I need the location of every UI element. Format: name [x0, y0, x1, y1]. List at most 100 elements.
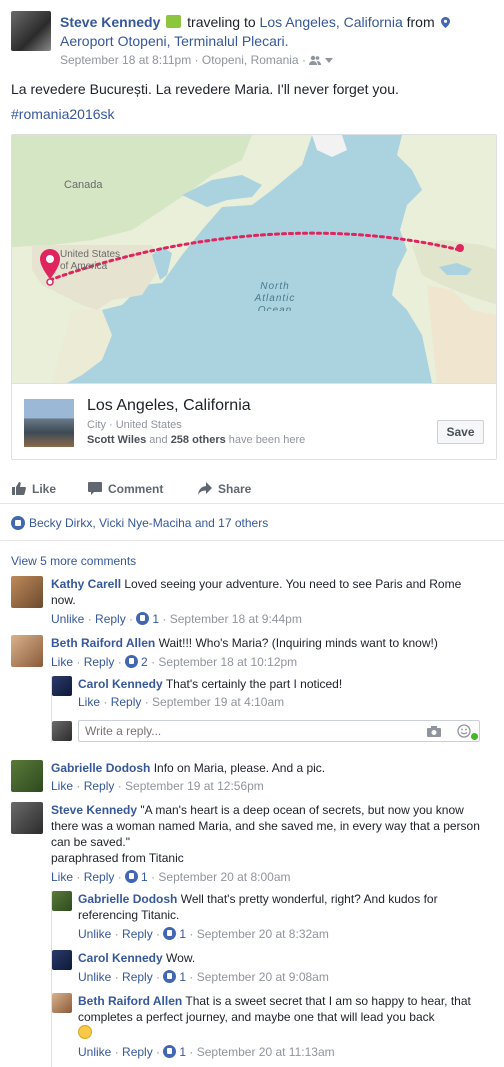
unlike-link[interactable]: Unlike: [78, 927, 111, 941]
map-label-usa: United States of America: [60, 249, 121, 272]
like-count-icon: [163, 927, 177, 940]
place-thumbnail[interactable]: [24, 399, 74, 447]
comment-footer: Like · Reply · 1 · September 20 at 8:00a…: [51, 870, 291, 884]
comment-footer: Unlike · Reply · 1 · September 20 at 9:0…: [78, 970, 329, 984]
comment-text: Wait!!! Who's Maria? (Inquiring minds wa…: [158, 636, 438, 650]
like-link[interactable]: Like: [78, 695, 100, 709]
share-icon: [198, 482, 212, 495]
reply-link[interactable]: Reply: [122, 927, 153, 941]
avatar[interactable]: [52, 676, 72, 696]
avatar[interactable]: [52, 891, 72, 911]
visitor-name[interactable]: Scott Wiles: [87, 434, 146, 446]
reply-comment: Gabrielle Dodosh Well that's pretty wond…: [78, 891, 478, 923]
comment-time[interactable]: September 20 at 11:13am: [197, 1045, 335, 1059]
comment-footer: Unlike · Reply · 1 · September 18 at 9:4…: [51, 612, 302, 626]
place-card[interactable]: Canada United States of America North At…: [11, 134, 497, 460]
travel-activity-icon: [166, 15, 182, 28]
comment-author[interactable]: Beth Raiford Allen: [78, 994, 182, 1008]
comment-time[interactable]: September 20 at 9:08am: [197, 970, 329, 984]
online-status-dot: [471, 733, 478, 740]
map-label-canada: Canada: [64, 179, 103, 191]
like-link[interactable]: Like: [51, 655, 73, 669]
reply-link[interactable]: Reply: [122, 1045, 153, 1059]
like-count[interactable]: 2: [141, 655, 148, 669]
reply-link[interactable]: Reply: [95, 612, 126, 626]
reply-link[interactable]: Reply: [84, 870, 115, 884]
like-count-icon: [125, 655, 139, 668]
post-timestamp[interactable]: September 18 at 8:11pm: [60, 53, 191, 67]
reply-link[interactable]: Reply: [84, 655, 115, 669]
reply-link[interactable]: Reply: [111, 695, 142, 709]
author-name[interactable]: Steve Kennedy: [60, 14, 160, 30]
avatar[interactable]: [11, 802, 43, 834]
avatar[interactable]: [52, 721, 72, 741]
reply-link[interactable]: Reply: [122, 970, 153, 984]
like-link[interactable]: Like: [51, 779, 73, 793]
unlike-link[interactable]: Unlike: [78, 970, 111, 984]
friends-audience-icon[interactable]: [309, 55, 322, 65]
share-button[interactable]: Share: [198, 482, 252, 496]
view-more-comments-link[interactable]: View 5 more comments: [11, 554, 136, 568]
post-text: La revedere București. La revedere Maria…: [11, 81, 399, 97]
post-location[interactable]: Otopeni, Romania: [202, 53, 299, 67]
comment-button[interactable]: Comment: [88, 482, 163, 496]
reply-input[interactable]: [85, 724, 405, 738]
like-count[interactable]: 1: [179, 970, 186, 984]
author-avatar[interactable]: [11, 11, 51, 51]
location-pin-icon: [440, 17, 450, 28]
emoji-icon[interactable]: [457, 724, 471, 738]
camera-icon[interactable]: [427, 726, 441, 737]
place-title[interactable]: Los Angeles, California: [87, 397, 251, 415]
reply-link[interactable]: Reply: [84, 779, 115, 793]
like-count-icon: [163, 970, 177, 983]
like-count[interactable]: 1: [152, 612, 159, 626]
comment-author[interactable]: Beth Raiford Allen: [51, 636, 155, 650]
destination-link[interactable]: Los Angeles, California: [260, 14, 403, 30]
like-link[interactable]: Like: [51, 870, 73, 884]
avatar[interactable]: [52, 950, 72, 970]
reactions-summary[interactable]: Becky Dirkx, Vicki Nye-Maciha and 17 oth…: [11, 516, 268, 530]
map-label-ocean-box: North Atlantic Ocean: [255, 281, 295, 311]
comment-time[interactable]: September 20 at 8:00am: [158, 870, 290, 884]
comment-author[interactable]: Gabrielle Dodosh: [51, 761, 150, 775]
comment: Kathy Carell Loved seeing your adventure…: [51, 576, 481, 608]
thumbs-up-icon: [12, 482, 26, 495]
chevron-down-icon[interactable]: [324, 58, 333, 63]
visitors-tail: have been here: [228, 434, 306, 446]
visitors-and: and: [149, 434, 168, 446]
save-button[interactable]: Save: [437, 420, 484, 444]
comment-time[interactable]: September 19 at 4:10am: [152, 695, 284, 709]
comment-author[interactable]: Gabrielle Dodosh: [78, 892, 177, 906]
comment-time[interactable]: September 20 at 8:32am: [197, 927, 329, 941]
like-button[interactable]: Like: [12, 482, 56, 496]
avatar[interactable]: [52, 993, 72, 1013]
reply-box[interactable]: [78, 720, 480, 742]
route-map[interactable]: Canada United States of America North At…: [12, 135, 497, 383]
like-count-icon: [163, 1045, 177, 1058]
comment-time[interactable]: September 18 at 9:44pm: [170, 612, 302, 626]
comment-author[interactable]: Carol Kennedy: [78, 677, 163, 691]
comment-author[interactable]: Steve Kennedy: [51, 803, 137, 817]
avatar[interactable]: [11, 635, 43, 667]
unlike-link[interactable]: Unlike: [51, 612, 84, 626]
like-reaction-icon: [11, 516, 25, 530]
visitors-count[interactable]: 258 others: [171, 434, 226, 446]
like-count[interactable]: 1: [141, 870, 148, 884]
place-subtitle: City · United States: [87, 419, 182, 431]
like-count[interactable]: 1: [179, 1045, 186, 1059]
avatar[interactable]: [11, 760, 43, 792]
comment-footer: Unlike · Reply · 1 · September 20 at 8:3…: [78, 927, 329, 941]
comment-time[interactable]: September 19 at 12:56pm: [125, 779, 264, 793]
divider: [0, 540, 504, 541]
reactions-text[interactable]: Becky Dirkx, Vicki Nye-Maciha and 17 oth…: [29, 516, 268, 530]
origin-link[interactable]: Aeroport Otopeni, Terminalul Plecari.: [60, 33, 289, 49]
post-hashtag[interactable]: #romania2016sk: [11, 106, 115, 122]
unlike-link[interactable]: Unlike: [78, 1045, 111, 1059]
avatar[interactable]: [11, 576, 43, 608]
like-count[interactable]: 1: [179, 927, 186, 941]
comment-time[interactable]: September 18 at 10:12pm: [158, 655, 297, 669]
share-label: Share: [218, 482, 252, 496]
comment-author[interactable]: Carol Kennedy: [78, 951, 163, 965]
comment-author[interactable]: Kathy Carell: [51, 577, 121, 591]
like-count-icon: [125, 870, 139, 883]
